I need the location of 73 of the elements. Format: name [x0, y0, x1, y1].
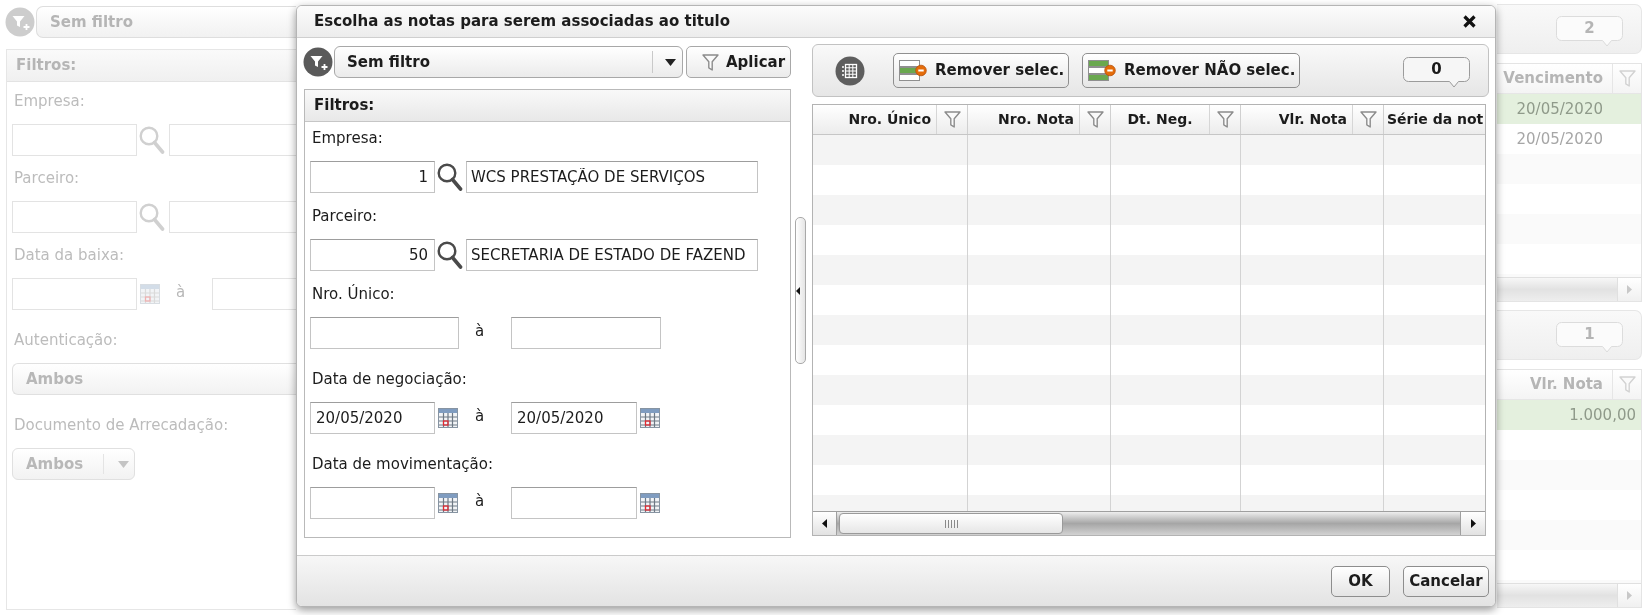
filter-icon	[1216, 111, 1234, 128]
grip-icon	[944, 519, 958, 528]
field-label: Nro. Único:	[311, 284, 396, 304]
field-label: Documento de Arrecadação:	[13, 415, 230, 435]
panel-title: Filtros:	[305, 90, 790, 122]
field-label: Data da baixa:	[13, 245, 126, 265]
panel-title: Filtros:	[7, 50, 296, 82]
rows-remove-icon	[1088, 60, 1116, 81]
dialog-title: Escolha as notas para serem associadas ao titulo	[314, 11, 731, 33]
input-field[interactable]	[511, 317, 661, 349]
input-field[interactable]: 1	[310, 161, 435, 193]
column-header[interactable]: Vlr. Nota	[1241, 105, 1352, 134]
field-label: Data de negociação:	[311, 369, 468, 389]
field-label: Data de movimentação:	[311, 454, 495, 474]
count-badge: 1	[1556, 322, 1623, 353]
remove-selected-button[interactable]: Remover selec.	[893, 53, 1069, 88]
input-field[interactable]	[310, 487, 435, 519]
scrollbar-thumb[interactable]	[839, 513, 1063, 534]
scrollbar-track[interactable]	[813, 511, 1485, 535]
calendar-icon[interactable]	[438, 493, 458, 513]
field-label: Parceiro:	[13, 168, 81, 188]
remove-unselected-button[interactable]: Remover NÃO selec.	[1082, 53, 1300, 88]
range-separator: à	[474, 321, 486, 341]
input-field[interactable]: 20/05/2020	[310, 402, 435, 434]
search-icon[interactable]	[437, 163, 463, 191]
field-label: Autenticação:	[13, 330, 119, 350]
filter-icon	[702, 53, 719, 71]
collapse-arrow-icon	[796, 286, 800, 295]
filter-icon	[1086, 111, 1104, 128]
grid-icon[interactable]	[835, 55, 865, 86]
scroll-right-button[interactable]	[1460, 512, 1485, 535]
filter-add-icon[interactable]	[303, 47, 333, 77]
input-field[interactable]: 20/05/2020	[511, 402, 637, 434]
filter-icon	[1618, 70, 1636, 87]
scroll-left-button[interactable]	[813, 512, 837, 535]
filter-icon	[1359, 111, 1377, 128]
calendar-icon[interactable]	[640, 408, 660, 428]
calendar-icon[interactable]	[640, 493, 660, 513]
count-badge: 0	[1403, 57, 1470, 88]
input-field[interactable]: 50	[310, 239, 435, 271]
column-header[interactable]: Nro. Nota	[968, 105, 1079, 134]
column-header[interactable]: Série da not	[1384, 105, 1485, 134]
arrow-right-icon	[1627, 591, 1632, 600]
arrow-right-icon	[1627, 285, 1632, 294]
splitter-handle[interactable]	[795, 217, 806, 364]
caret-icon	[118, 460, 129, 468]
input-field[interactable]: SECRETARIA DE ESTADO DE FAZEND	[466, 239, 758, 271]
cancel-button[interactable]: Cancelar	[1403, 565, 1489, 597]
input-field[interactable]: WCS PRESTAÇÃO DE SERVIÇOS	[466, 161, 758, 193]
range-separator: à	[175, 282, 187, 302]
filter-select[interactable]: Sem filtro	[334, 46, 683, 78]
caret-icon	[665, 58, 676, 66]
range-separator: à	[474, 406, 486, 426]
input-field[interactable]	[511, 487, 637, 519]
close-button[interactable]	[1462, 14, 1477, 29]
count-badge: 2	[1556, 16, 1623, 47]
column-header[interactable]: Dt. Neg.	[1111, 105, 1209, 134]
arrow-right-icon	[1470, 519, 1476, 528]
field-label: Empresa:	[311, 128, 384, 148]
column-header[interactable]: Nro. Único	[813, 105, 936, 134]
field-label: Parceiro:	[311, 206, 379, 226]
rows-remove-icon	[899, 60, 927, 81]
arrow-left-icon	[822, 519, 827, 528]
range-separator: à	[474, 491, 486, 511]
ok-button[interactable]: OK	[1331, 565, 1390, 597]
search-icon[interactable]	[437, 241, 463, 269]
field-label: Empresa:	[13, 91, 86, 111]
apply-button[interactable]: Aplicar	[686, 46, 791, 78]
filter-icon	[1618, 376, 1636, 393]
filter-icon	[943, 111, 961, 128]
calendar-icon[interactable]	[438, 408, 458, 428]
close-icon	[1462, 14, 1477, 29]
input-field[interactable]	[310, 317, 459, 349]
